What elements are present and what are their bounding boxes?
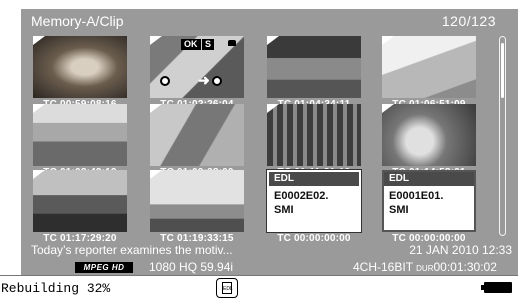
- clip-thumbnail[interactable]: TC 00:59:08:16: [33, 36, 127, 113]
- edl-file-name: E0001E01.: [389, 190, 444, 202]
- edl-file-ext: SMI: [274, 204, 294, 216]
- audio-duration: 4CH-16BIT DUR00:01:30:02: [353, 260, 497, 274]
- edl-file-ext: SMI: [389, 204, 409, 216]
- thumbnail-image: [33, 36, 127, 98]
- audio-format: 4CH-16BIT: [353, 260, 413, 274]
- clip-corner-marker: [33, 36, 45, 45]
- scrollbar[interactable]: [499, 36, 506, 236]
- clip-corner-marker: [267, 36, 279, 45]
- duration-label: DUR: [416, 264, 434, 273]
- thumbnail-image: [150, 104, 244, 166]
- clip-corner-marker: [267, 104, 279, 113]
- clip-thumbnail-screen: Memory-A/Clip 120/123 TC 00:59:08:16 OKS ➜…: [0, 0, 518, 301]
- clip-datetime: 21 JAN 2010 12:33: [409, 243, 512, 257]
- thumbnail-image: EDL E0002E02. SMI: [267, 170, 361, 232]
- status-bar: Rebuilding 32% EDL: [0, 275, 518, 301]
- clip-corner-marker: [33, 104, 45, 113]
- clip-corner-marker: [150, 36, 162, 45]
- clip-thumbnail[interactable]: OKS➜TC 01:02:26:04: [150, 36, 244, 113]
- no-entry-icon: [212, 76, 222, 86]
- mpeg-hd-logo: MPEG HD: [75, 262, 133, 273]
- lock-icon: [228, 40, 236, 46]
- duration-value: 00:01:30:02: [433, 260, 497, 274]
- thumbnail-image: [382, 104, 476, 166]
- edl-clip-thumbnail[interactable]: EDL E0002E02. SMI TC 00:00:00:00: [267, 170, 361, 247]
- thumbnail-image: [33, 104, 127, 166]
- battery-icon: [481, 282, 512, 293]
- edl-clip-thumbnail[interactable]: EDL E0001E01. SMI TC 00:00:00:00: [382, 170, 476, 247]
- memory-path-title: Memory-A/Clip: [31, 13, 124, 29]
- clip-description: Today’s reporter examines the motiv...: [31, 243, 233, 257]
- clip-counter: 120/123: [441, 13, 496, 29]
- thumbnail-image: EDL E0001E01. SMI: [382, 170, 476, 232]
- edl-label: EDL: [269, 172, 359, 186]
- clip-thumbnail[interactable]: TC 01:06:51:09: [382, 36, 476, 113]
- thumbnail-image: OK S ➜: [150, 36, 244, 98]
- clip-thumbnail[interactable]: TC 01:04:34:11: [267, 36, 361, 113]
- ok-mark-badge: OK: [181, 39, 201, 50]
- edl-file-name: E0002E02.: [274, 190, 329, 202]
- status-message: Rebuilding 32%: [1, 281, 111, 296]
- clip-thumbnail[interactable]: TC 01:19:33:15: [150, 170, 244, 247]
- clip-list-panel: Memory-A/Clip 120/123 TC 00:59:08:16 OKS ➜…: [21, 9, 518, 275]
- clip-corner-marker: [382, 104, 394, 113]
- scrollbar-thumb[interactable]: [501, 43, 504, 98]
- edl-doc-icon: EDL: [222, 282, 233, 294]
- clip-corner-marker: [150, 170, 162, 179]
- edl-status-icon: EDL: [216, 278, 238, 298]
- clip-corner-marker: [150, 104, 162, 113]
- timecode-label: TC 00:00:00:00: [277, 233, 351, 244]
- clip-corner-marker: [33, 170, 45, 179]
- no-entry-icon: [160, 76, 170, 86]
- thumbnail-image: [267, 104, 361, 166]
- thumbnail-image: [382, 36, 476, 98]
- thumbnail-image: [150, 170, 244, 232]
- video-format: 1080 HQ 59.94i: [149, 260, 234, 274]
- thumbnail-image: [33, 170, 127, 232]
- clip-thumbnail[interactable]: TC 01:17:29:20: [33, 170, 127, 247]
- thumbnail-image: [267, 36, 361, 98]
- clip-corner-marker: [382, 36, 394, 45]
- edl-label: EDL: [384, 172, 474, 186]
- arrow-icon: ➜: [198, 72, 210, 88]
- s-mark-badge: S: [202, 39, 215, 50]
